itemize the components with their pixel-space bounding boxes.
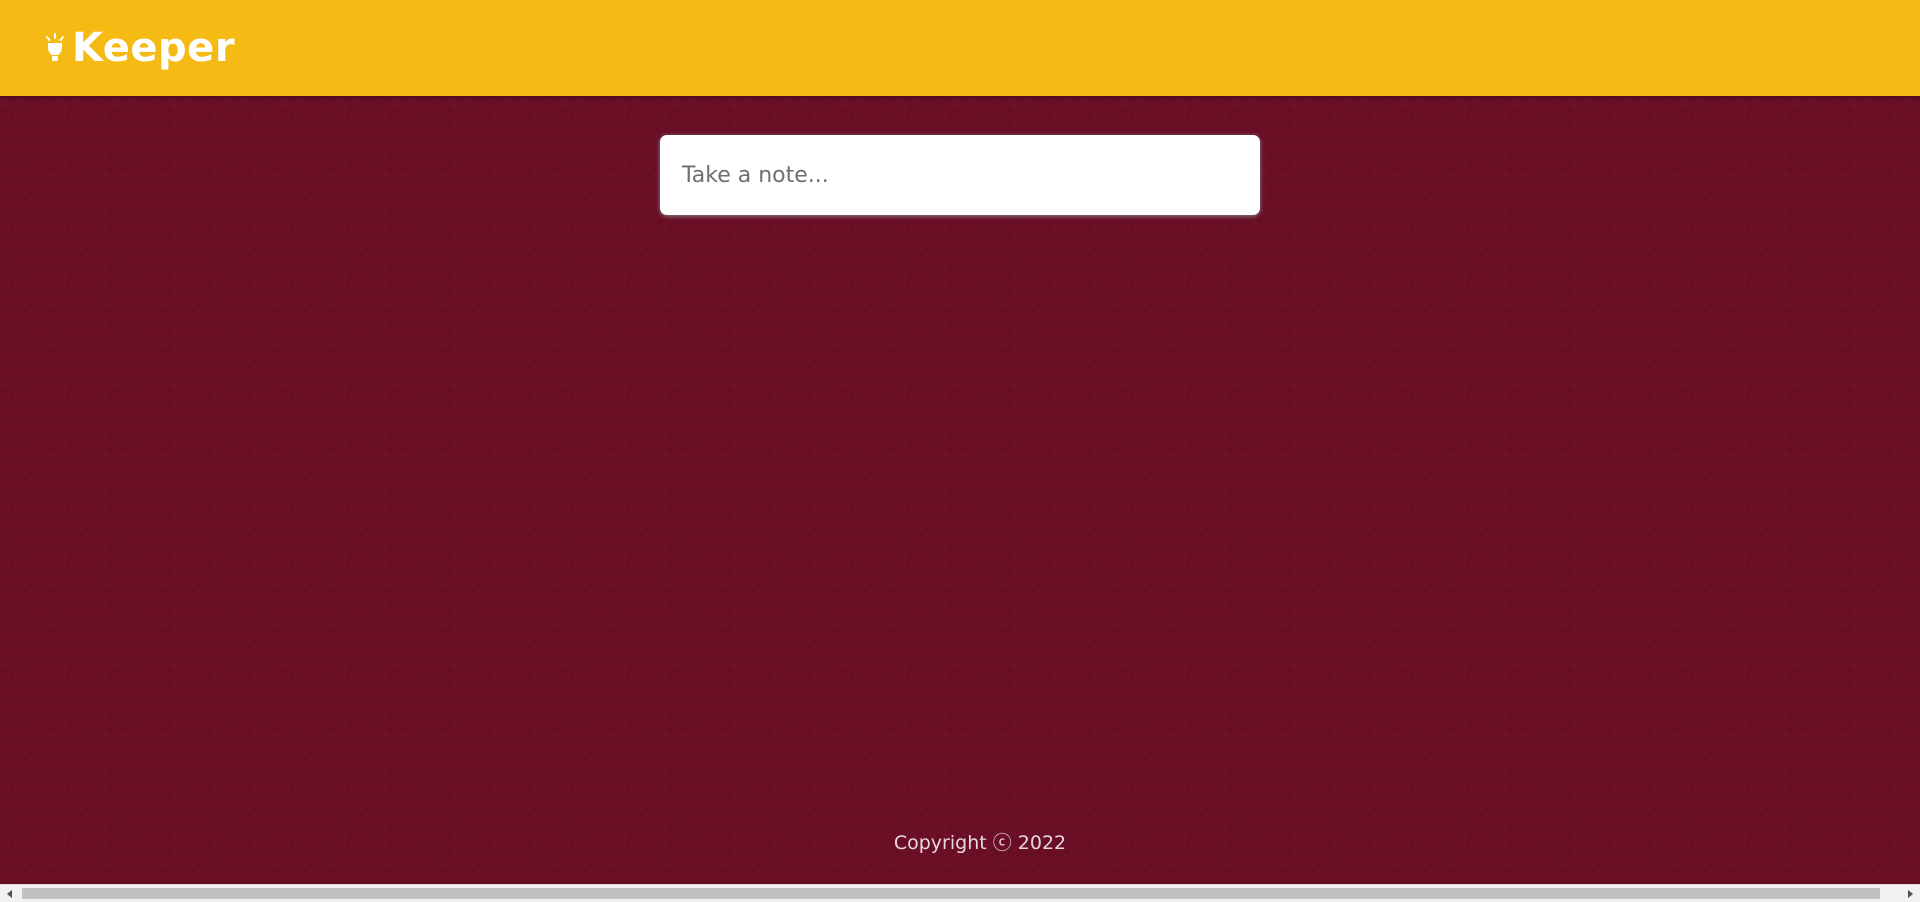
lightbulb-icon [46,33,64,61]
note-input[interactable] [682,162,1238,188]
app-title: Keeper [72,25,236,71]
scrollbar-thumb[interactable] [22,888,1880,899]
horizontal-scrollbar[interactable] [0,884,1920,902]
app-header: Keeper [0,0,1920,96]
arrow-left-icon[interactable] [0,885,20,902]
create-note-form [660,135,1260,215]
footer: Copyright ⓒ 2022 [0,830,1920,856]
copyright-text: Copyright ⓒ 2022 [893,832,1067,854]
arrow-right-icon[interactable] [1900,885,1920,902]
brand: Keeper [44,26,235,70]
